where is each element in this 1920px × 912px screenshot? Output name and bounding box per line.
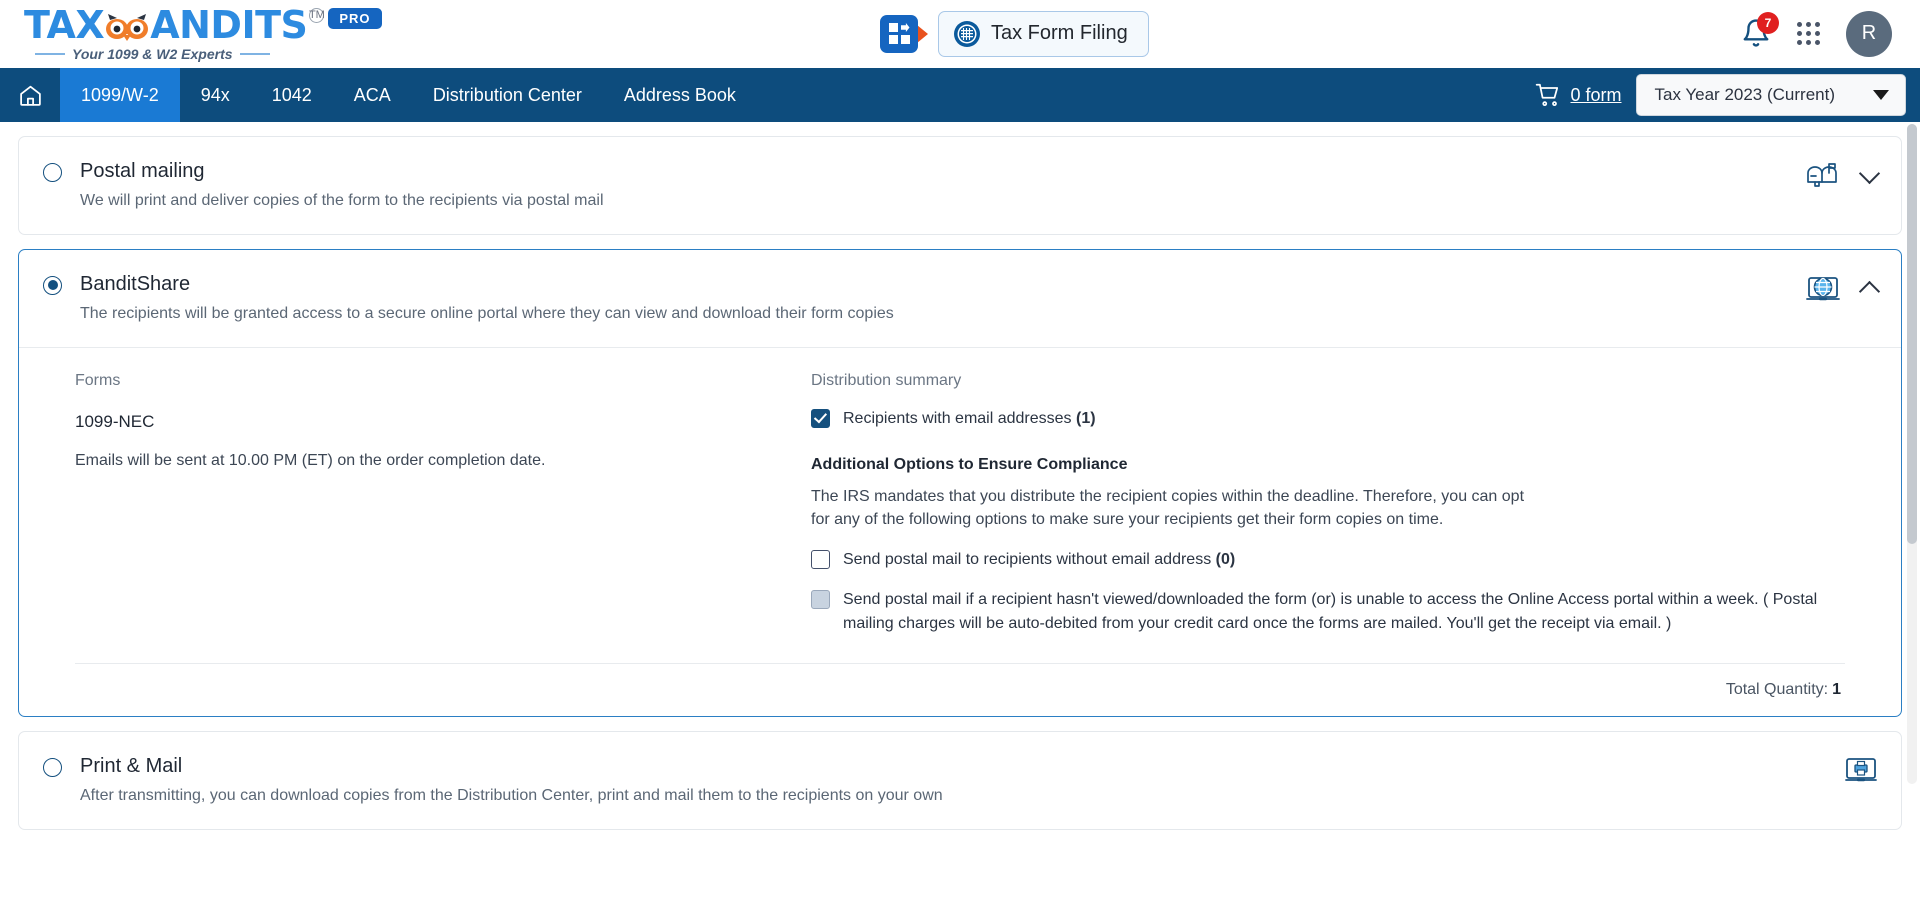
- forms-heading: Forms: [75, 371, 121, 389]
- tax-form-filing-label: Tax Form Filing: [991, 22, 1128, 44]
- nav-home-button[interactable]: [0, 68, 60, 122]
- send-postal-no-email-label: Send postal mail to recipients without e…: [843, 551, 1236, 569]
- main-navigation: 1099/W-2 94x 1042 ACA Distribution Cente…: [0, 68, 1920, 122]
- email-schedule-note: Emails will be sent at 10.00 PM (ET) on …: [75, 451, 546, 469]
- tax-form-filing-button[interactable]: Tax Form Filing: [938, 10, 1149, 57]
- radio-banditshare[interactable]: [43, 275, 62, 295]
- apps-grid-icon[interactable]: [1797, 22, 1820, 45]
- nav-item-address-book[interactable]: Address Book: [603, 68, 757, 122]
- nav-right-group: 0 form Tax Year 2023 (Current): [1535, 68, 1920, 122]
- notifications-button[interactable]: 7: [1741, 11, 1779, 50]
- tagline-text: Your 1099 & W2 Experts: [72, 45, 233, 62]
- banditshare-body: Forms 1099-NEC Emails will be sent at 10…: [19, 348, 1901, 716]
- option-card-postal-mailing[interactable]: Postal mailing We will print and deliver…: [18, 136, 1902, 235]
- radio-print-mail[interactable]: [43, 757, 62, 777]
- cart-icon: [1536, 83, 1559, 107]
- header-right-actions: 7 R: [1741, 10, 1892, 57]
- print-mail-title: Print & Mail: [80, 754, 183, 777]
- distribution-summary-column: Distribution summary Recipients with ema…: [803, 372, 1877, 635]
- postal-mailing-subtitle: We will print and deliver copies of the …: [80, 192, 604, 209]
- nav-item-1099-w2[interactable]: 1099/W-2: [60, 68, 180, 122]
- logo-text-bandits: ANDITS: [150, 2, 308, 47]
- banditshare-header[interactable]: BanditShare The recipients will be grant…: [19, 250, 1901, 347]
- pro-badge: PRO: [328, 7, 382, 29]
- top-header: TAX ANDITS TM PRO Your 1099 & W2 Experts…: [0, 0, 1920, 68]
- banditshare-icons: [1806, 272, 1881, 304]
- print-mail-header[interactable]: Print & Mail After transmitting, you can…: [19, 732, 1901, 829]
- postal-mailing-icons: [1806, 159, 1881, 191]
- banditshare-forms-column: Forms 1099-NEC Emails will be sent at 10…: [43, 372, 803, 635]
- total-quantity-label: Total Quantity:: [1725, 680, 1829, 698]
- nav-item-1042[interactable]: 1042: [251, 68, 333, 122]
- nav-item-aca[interactable]: ACA: [333, 68, 412, 122]
- total-quantity-value: 1: [1832, 680, 1841, 698]
- nav-item-distribution-center[interactable]: Distribution Center: [412, 68, 603, 122]
- postal-mailing-title: Postal mailing: [80, 160, 205, 182]
- brand-logo[interactable]: TAX ANDITS TM PRO Your 1099 & W2 Experts: [24, 6, 382, 62]
- print-mail-subtitle: After transmitting, you can download cop…: [80, 786, 943, 804]
- logo-wordmark: TAX ANDITS: [24, 2, 308, 47]
- scrollbar-thumb: [1907, 124, 1917, 544]
- tagline-rule-left: [35, 52, 65, 55]
- banditshare-title: BanditShare: [80, 272, 191, 295]
- radio-postal-mailing[interactable]: [43, 163, 62, 182]
- notification-count-badge: 7: [1757, 11, 1779, 34]
- mailbox-icon: [1807, 163, 1837, 187]
- chevron-down-icon[interactable]: [1858, 162, 1881, 184]
- tagline-rule-right: [239, 52, 270, 55]
- send-postal-no-email-row[interactable]: Send postal mail to recipients without e…: [811, 548, 1859, 571]
- banditshare-subtitle: The recipients will be granted access to…: [80, 304, 894, 322]
- avatar[interactable]: R: [1846, 10, 1892, 57]
- home-icon: [19, 85, 41, 106]
- additional-options-heading: Additional Options to Ensure Compliance: [811, 455, 1128, 473]
- recipients-with-email-row[interactable]: Recipients with email addresses (1): [811, 407, 1859, 430]
- form-name-value: 1099-NEC: [75, 411, 155, 431]
- tax-year-label: Tax Year 2023 (Current): [1654, 85, 1836, 104]
- option-card-print-mail[interactable]: Print & Mail After transmitting, you can…: [18, 730, 1902, 830]
- cart-forms-link[interactable]: 0 form: [1535, 82, 1622, 108]
- option-card-banditshare[interactable]: BanditShare The recipients will be grant…: [18, 248, 1902, 717]
- checkbox-send-postal-no-email[interactable]: [811, 550, 830, 570]
- send-postal-no-email-count: (0): [1215, 551, 1236, 569]
- app-switcher-button[interactable]: [880, 14, 918, 53]
- logo-text-tax: TAX: [24, 2, 105, 47]
- send-postal-not-viewed-row[interactable]: Send postal mail if a recipient hasn't v…: [811, 588, 1859, 634]
- distribution-summary-heading: Distribution summary: [811, 371, 962, 389]
- nav-item-94x[interactable]: 94x: [180, 68, 251, 122]
- printer-monitor-icon: [1845, 757, 1877, 781]
- recipients-with-email-count: (1): [1076, 409, 1096, 427]
- irs-seal-icon: [954, 20, 980, 47]
- chevron-up-icon[interactable]: [1858, 280, 1881, 302]
- logo-tagline: Your 1099 & W2 Experts: [28, 46, 382, 62]
- chevron-down-icon: [1873, 90, 1889, 100]
- print-mail-icons: [1845, 754, 1877, 786]
- orange-arrow-icon: [917, 24, 928, 43]
- header-center-actions: Tax Form Filing: [880, 10, 1149, 57]
- checkbox-send-postal-not-viewed[interactable]: [811, 590, 830, 610]
- send-postal-not-viewed-label: Send postal mail if a recipient hasn't v…: [843, 591, 1818, 632]
- recipients-with-email-label: Recipients with email addresses (1): [843, 409, 1096, 427]
- tax-year-select[interactable]: Tax Year 2023 (Current): [1635, 74, 1906, 116]
- grid-arrow-icon: [888, 23, 910, 44]
- globe-laptop-icon: [1806, 276, 1840, 300]
- cart-forms-label: 0 form: [1570, 84, 1622, 105]
- additional-options-paragraph: The IRS mandates that you distribute the…: [811, 487, 1525, 528]
- distribution-options-page: Postal mailing We will print and deliver…: [0, 122, 1920, 912]
- checkbox-recipients-with-email[interactable]: [811, 408, 830, 428]
- bandit-mask-icon: [104, 12, 150, 42]
- total-quantity-row: Total Quantity: 1: [43, 664, 1877, 716]
- postal-mailing-header[interactable]: Postal mailing We will print and deliver…: [19, 137, 1901, 234]
- page-scrollbar[interactable]: [1907, 124, 1917, 784]
- trademark-symbol: TM: [308, 7, 325, 23]
